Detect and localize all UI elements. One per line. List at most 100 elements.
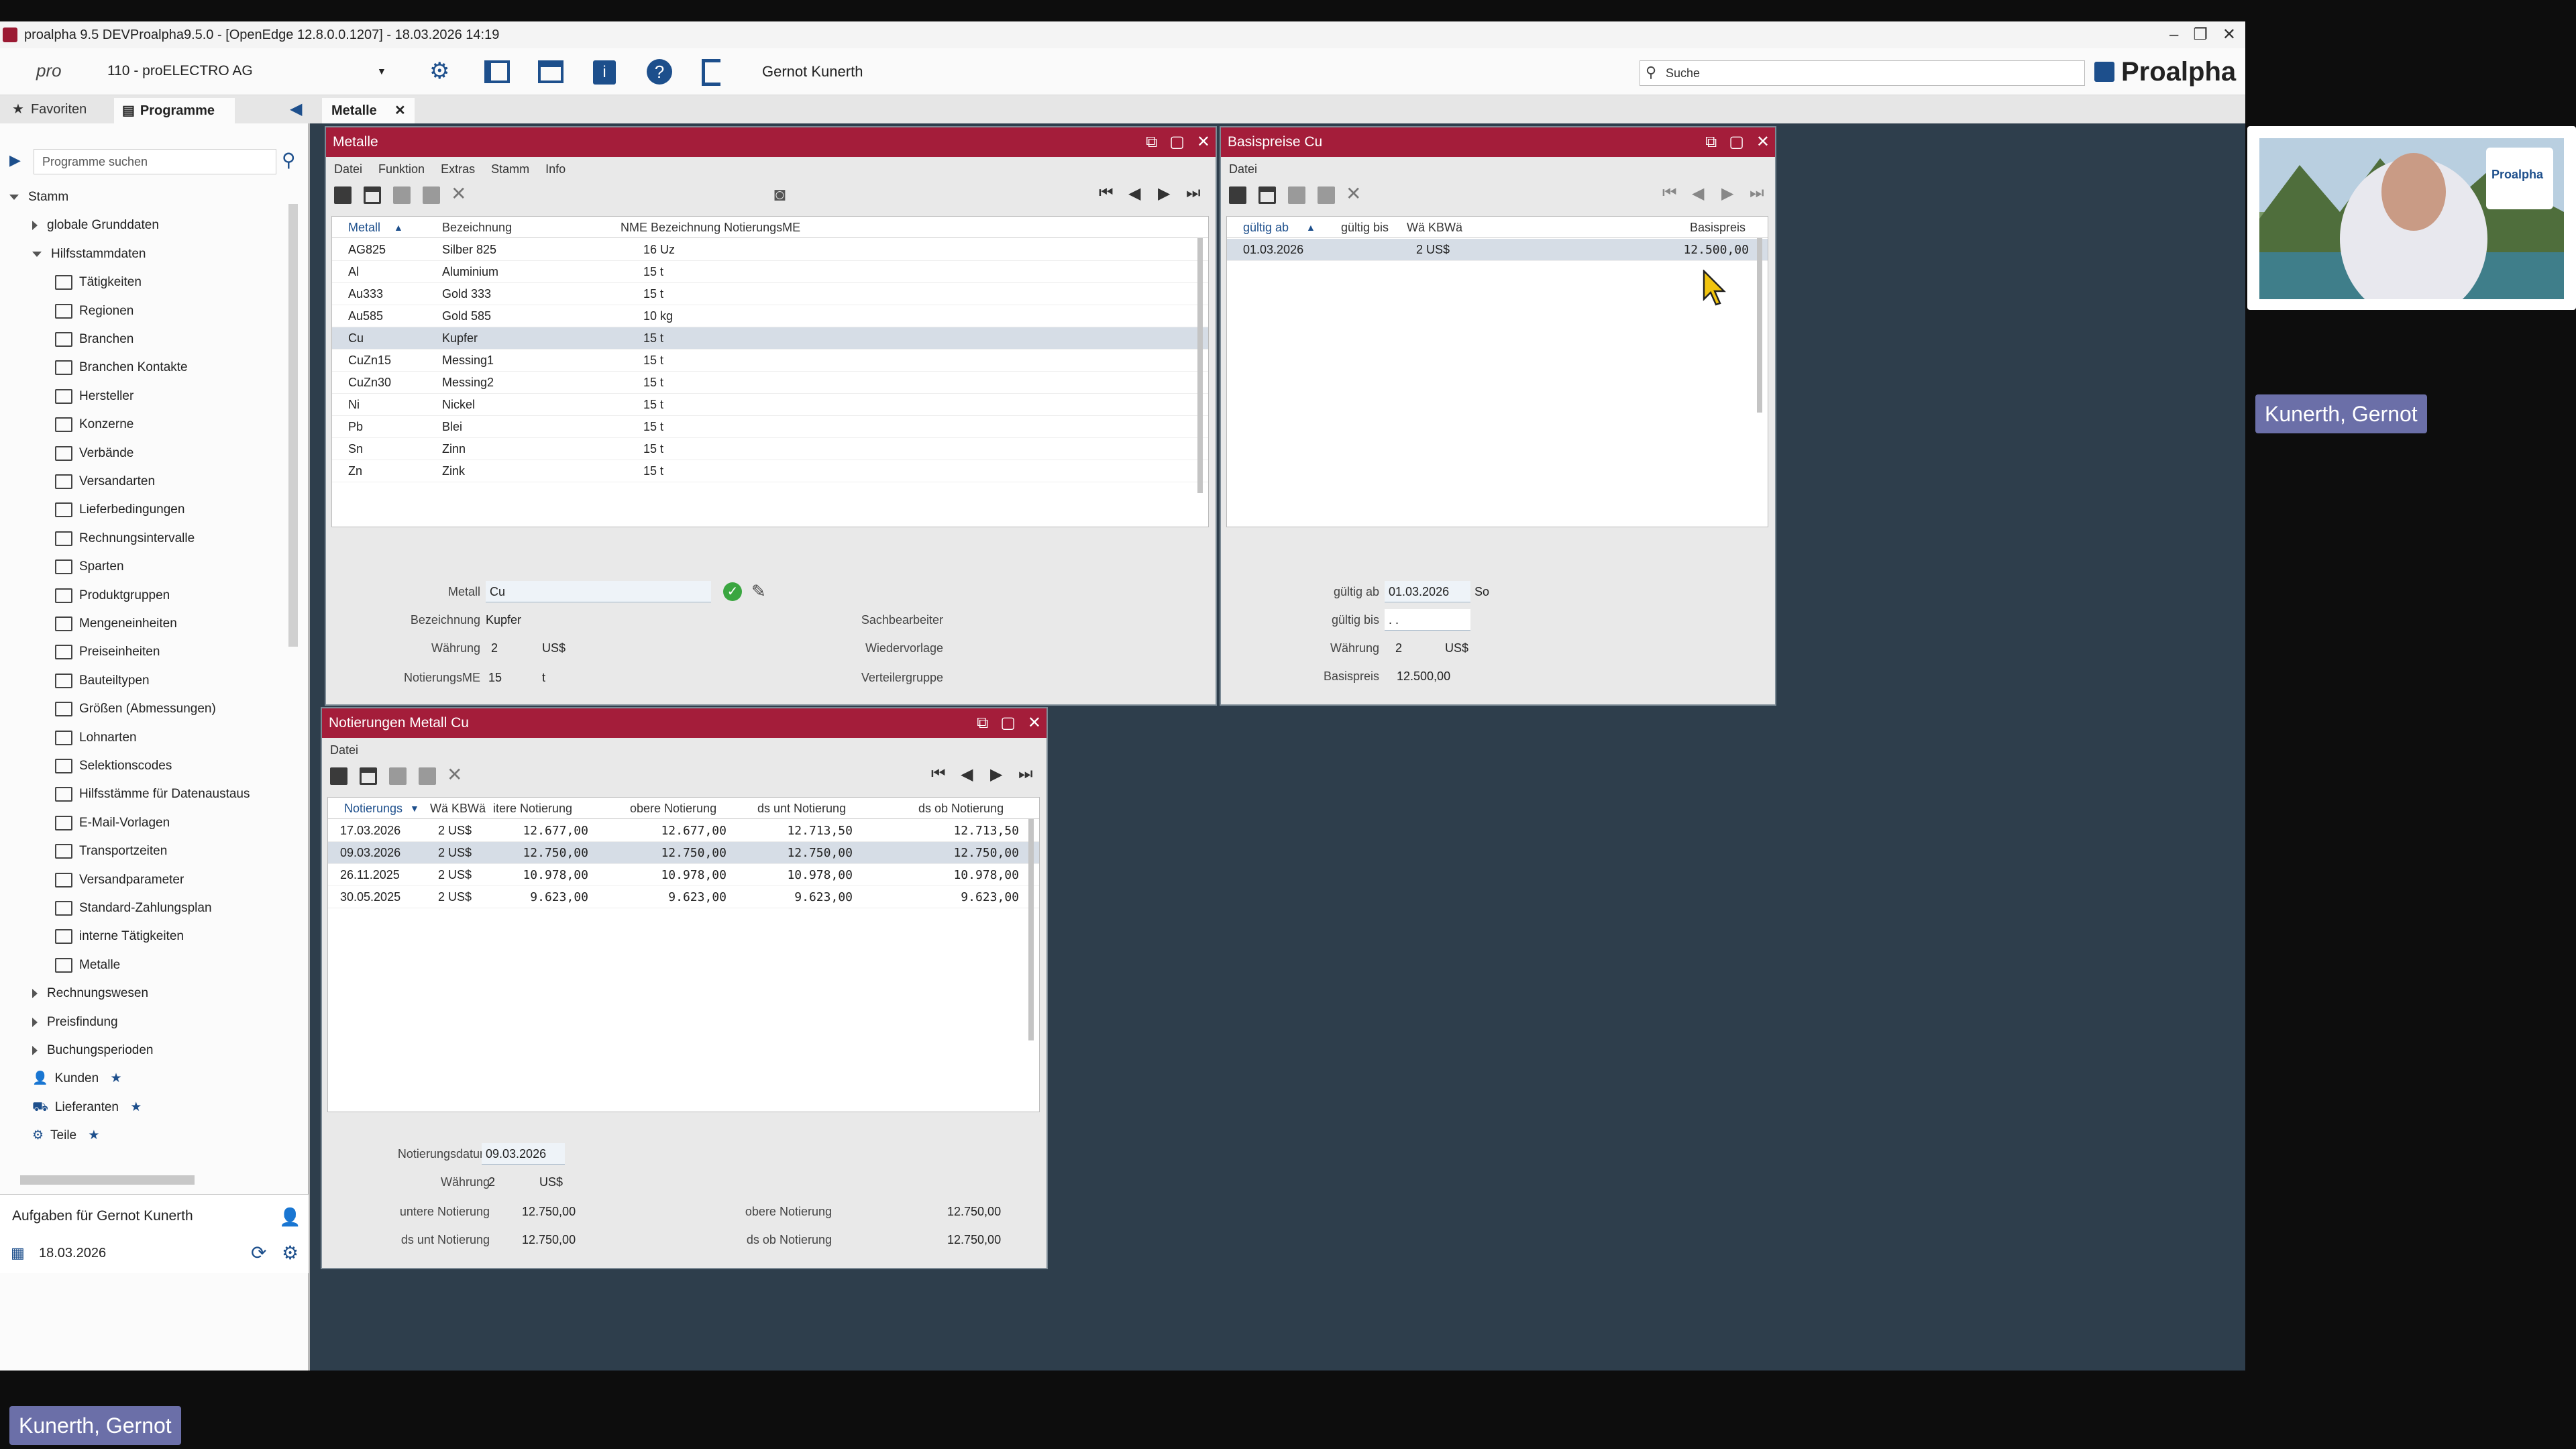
table-row[interactable]: Au585 Gold 585 10 kg	[332, 305, 1208, 327]
table-row[interactable]: Pb Blei 15 t	[332, 416, 1208, 438]
tab-metalle[interactable]: Metalle ✕	[322, 98, 415, 123]
col-notierungsdatum[interactable]: Notierungs	[344, 798, 402, 819]
open-folder-icon[interactable]	[364, 186, 381, 204]
sidebar-item[interactable]: ⚙ Teile ★	[32, 1122, 99, 1149]
cancel-icon[interactable]: ✕	[451, 182, 466, 205]
next-record-icon[interactable]: ▶	[1158, 184, 1170, 203]
expanded-chevron-icon[interactable]	[9, 194, 19, 200]
col-bezeichnung[interactable]: Bezeichnung	[442, 217, 512, 238]
table-row[interactable]: Ni Nickel 15 t	[332, 394, 1208, 416]
restore-icon[interactable]: ❐	[2193, 21, 2208, 48]
menu-item[interactable]: Datei	[330, 743, 358, 757]
waehrung-code[interactable]: 2	[1395, 641, 1402, 655]
new-record-icon[interactable]	[334, 186, 352, 204]
sidebar-item[interactable]: interne Tätigkeiten	[55, 923, 184, 950]
sidebar-item[interactable]: Bauteiltypen	[55, 667, 150, 694]
favorite-star-icon[interactable]: ★	[107, 1071, 121, 1085]
favorite-star-icon[interactable]: ★	[85, 1128, 99, 1142]
waehrung-code[interactable]: 2	[488, 1175, 495, 1189]
table-row[interactable]: Sn Zinn 15 t	[332, 438, 1208, 460]
next-record-icon[interactable]: ▶	[1721, 184, 1733, 203]
sidebar-item[interactable]: Rechnungsintervalle	[55, 525, 195, 552]
window-restore-icon[interactable]: ⧉	[1705, 127, 1717, 157]
window-close-icon[interactable]: ✕	[1028, 708, 1041, 738]
save-icon[interactable]	[1288, 186, 1305, 204]
col-gueltig-ab[interactable]: gültig ab	[1243, 217, 1289, 238]
sidebar-item[interactable]: Versandarten	[55, 468, 155, 495]
collapsed-chevron-icon[interactable]	[32, 989, 38, 999]
sidebar-item[interactable]: Rechnungswesen	[32, 980, 148, 1007]
info-icon[interactable]: i	[593, 60, 616, 85]
person-icon[interactable]: 👤	[279, 1207, 301, 1228]
edit-note-icon[interactable]: ✎	[751, 581, 766, 602]
cancel-icon[interactable]: ✕	[1346, 182, 1361, 205]
window-maximize-icon[interactable]: ▢	[1169, 127, 1185, 157]
menu-item[interactable]: Extras	[441, 162, 475, 176]
window-close-icon[interactable]: ✕	[1756, 127, 1770, 157]
delete-icon[interactable]	[419, 767, 436, 785]
camera-icon[interactable]: ◙	[774, 184, 786, 205]
table-row[interactable]: 26.11.2025 2 US$ 10.978,00 10.978,00 10.978,…	[328, 864, 1039, 886]
tab-programme[interactable]: ▤ Programme	[114, 98, 235, 123]
untere-notierung-value[interactable]: 12.750,00	[522, 1205, 576, 1219]
menu-item[interactable]: Datei	[1229, 162, 1257, 176]
run-program-icon[interactable]: ▶	[9, 152, 21, 169]
col-ds-ob-notierung[interactable]: ds ob Notierung	[918, 798, 1004, 819]
collapsed-chevron-icon[interactable]	[32, 221, 38, 231]
panel-layout-icon[interactable]	[484, 60, 510, 83]
notierungen-grid-scrollbar[interactable]	[1028, 819, 1034, 1040]
col-waehrung[interactable]: Wä KBWä	[430, 798, 486, 819]
close-icon[interactable]: ✕	[2222, 21, 2236, 48]
collapse-sidebar-icon[interactable]: ◀	[290, 99, 302, 119]
sidebar-item[interactable]: Preiseinheiten	[55, 639, 160, 665]
first-record-icon[interactable]: ⏮	[931, 765, 946, 784]
sidebar-item[interactable]: ⛟ Lieferanten ★	[32, 1094, 142, 1121]
ds-ob-notierung-value[interactable]: 12.750,00	[947, 1233, 1001, 1247]
window-close-icon[interactable]: ✕	[1197, 127, 1210, 157]
sidebar-item[interactable]: Produktgruppen	[55, 582, 170, 609]
settings-gear-icon[interactable]: ⚙	[429, 59, 449, 83]
global-search-field[interactable]: ⚲ Suche	[1640, 60, 2085, 86]
table-row[interactable]: 01.03.2026 2 US$ 12.500,00	[1227, 239, 1768, 261]
last-record-icon[interactable]: ⏭	[1186, 184, 1201, 203]
col-untere-notierung[interactable]: itere Notierung	[493, 798, 572, 819]
delete-icon[interactable]	[1318, 186, 1335, 204]
window-layout-icon[interactable]	[538, 60, 564, 83]
waehrung-code[interactable]: 2	[491, 641, 498, 655]
col-obere-notierung[interactable]: obere Notierung	[630, 798, 716, 819]
sidebar-item[interactable]: Metalle	[55, 952, 120, 979]
prev-record-icon[interactable]: ◀	[1128, 184, 1140, 203]
obere-notierung-value[interactable]: 12.750,00	[947, 1205, 1001, 1219]
delete-icon[interactable]	[423, 186, 440, 204]
table-row[interactable]: CuZn15 Messing1 15 t	[332, 350, 1208, 372]
sidebar-item[interactable]: Preisfindung	[32, 1009, 118, 1036]
sidebar-item[interactable]: Sparten	[55, 553, 124, 580]
sidebar-item[interactable]: Mengeneinheiten	[55, 610, 177, 637]
notierungsdatum-input[interactable]: 09.03.2026	[482, 1143, 565, 1165]
sidebar-item[interactable]: Hilfsstämme für Datenaustaus	[55, 781, 250, 808]
favorite-star-icon[interactable]: ★	[127, 1100, 142, 1114]
new-record-icon[interactable]	[1229, 186, 1246, 204]
basispreise-grid-scrollbar[interactable]	[1757, 238, 1762, 413]
menu-item[interactable]: Stamm	[491, 162, 529, 176]
table-row[interactable]: Au333 Gold 333 15 t	[332, 283, 1208, 305]
table-row[interactable]: AG825 Silber 825 16 Uz	[332, 239, 1208, 261]
sidebar-item[interactable]: Transportzeiten	[55, 838, 167, 865]
sidebar-item[interactable]: Verbände	[55, 440, 133, 467]
table-row[interactable]: 17.03.2026 2 US$ 12.677,00 12.677,00 12.713,…	[328, 820, 1039, 842]
prev-record-icon[interactable]: ◀	[1692, 184, 1704, 203]
metall-input[interactable]: Cu	[486, 581, 711, 602]
col-nme[interactable]: NME Bezeichnung NotierungsME	[621, 217, 800, 238]
logout-icon[interactable]	[702, 59, 720, 86]
prev-record-icon[interactable]: ◀	[961, 765, 973, 784]
calendar-icon[interactable]: ▦	[11, 1244, 25, 1262]
sidebar-item[interactable]: Lieferbedingungen	[55, 496, 184, 523]
table-row[interactable]: Zn Zink 15 t	[332, 460, 1208, 482]
gueltig-ab-input[interactable]: 01.03.2026	[1385, 581, 1470, 602]
basispreis-value[interactable]: 12.500,00	[1397, 669, 1450, 684]
tree-scrollbar[interactable]	[288, 204, 298, 647]
sidebar-item[interactable]: Hersteller	[55, 383, 133, 410]
table-row[interactable]: Al Aluminium 15 t	[332, 261, 1208, 283]
new-record-icon[interactable]	[330, 767, 347, 785]
last-record-icon[interactable]: ⏭	[1018, 765, 1033, 784]
